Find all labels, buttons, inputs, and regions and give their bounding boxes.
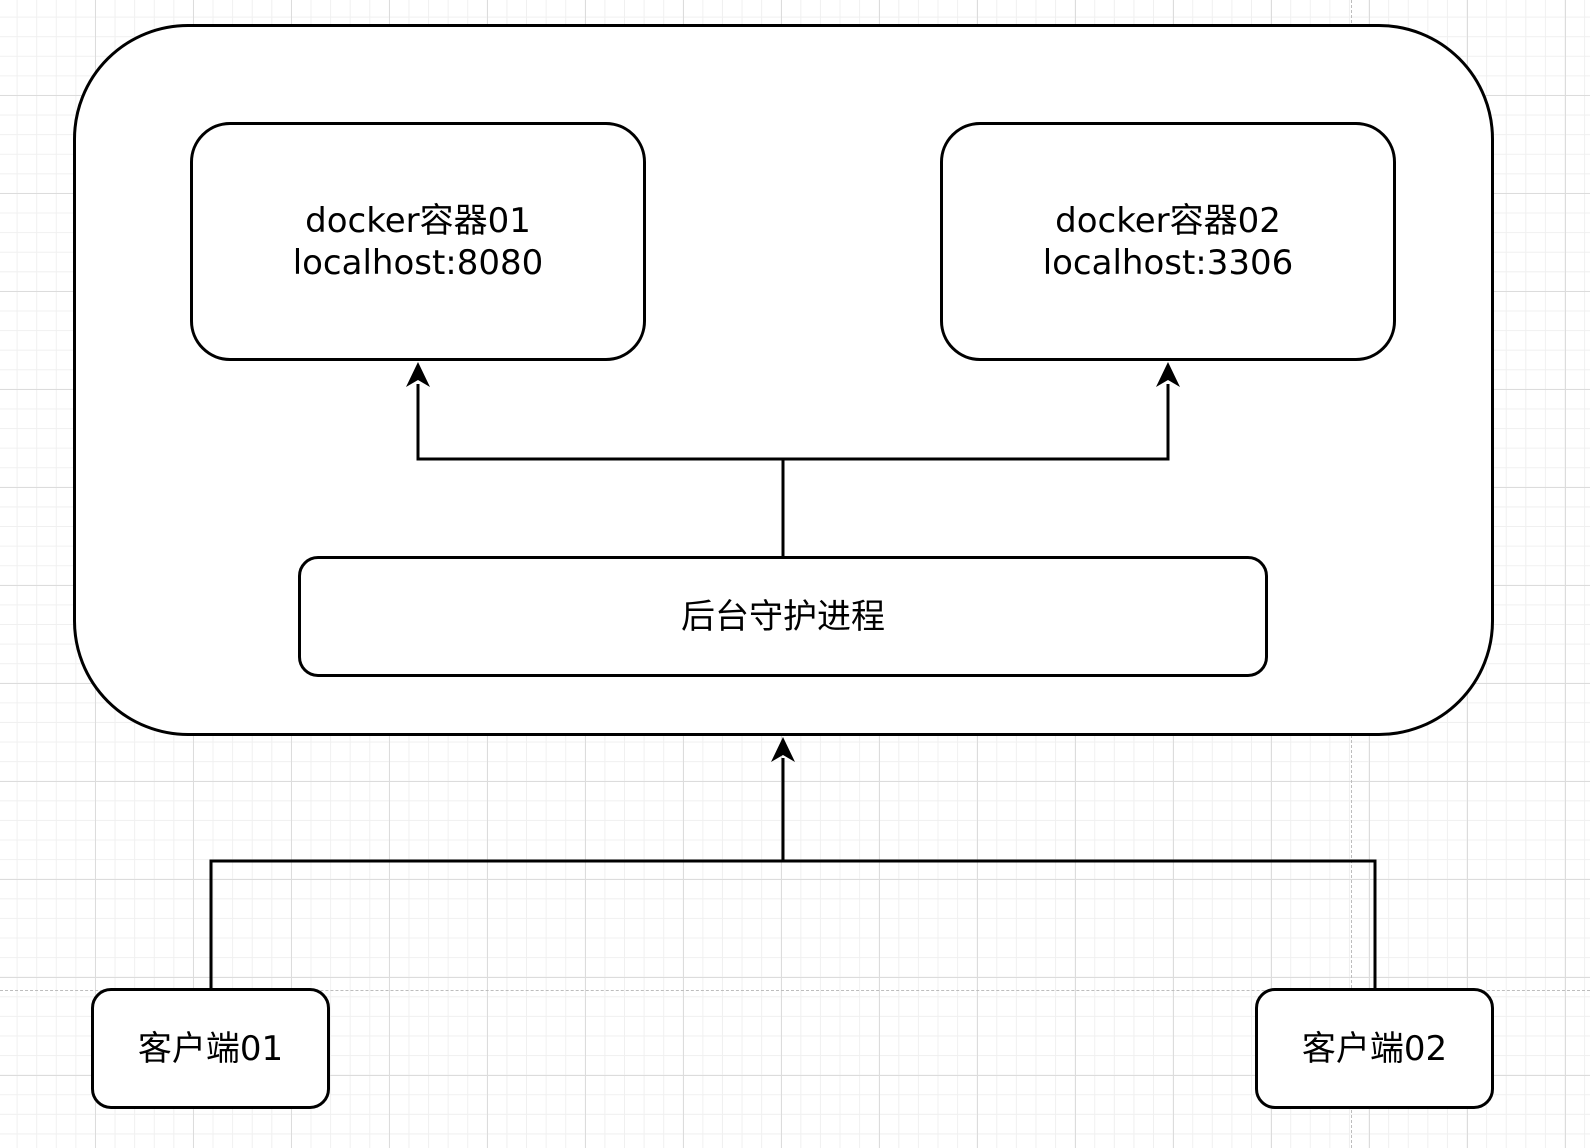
daemon-process-box[interactable]: 后台守护进程 [298,556,1268,677]
client-02-box[interactable]: 客户端02 [1255,988,1494,1109]
client-01-label: 客户端01 [137,1028,284,1069]
container-01-name: docker容器01 [305,200,531,241]
client-02-label: 客户端02 [1301,1028,1448,1069]
arrowhead-into-host [771,737,795,762]
container-01-address: localhost:8080 [292,242,544,283]
client-01-box[interactable]: 客户端01 [91,988,330,1109]
edge-client-01-to-daemon[interactable] [209,758,785,988]
daemon-process-label: 后台守护进程 [681,596,885,637]
edge-client-02-to-daemon[interactable] [783,859,1377,988]
container-02-name: docker容器02 [1055,200,1281,241]
docker-container-02-box[interactable]: docker容器02 localhost:3306 [940,122,1396,361]
container-02-address: localhost:3306 [1042,242,1294,283]
docker-container-01-box[interactable]: docker容器01 localhost:8080 [190,122,646,361]
